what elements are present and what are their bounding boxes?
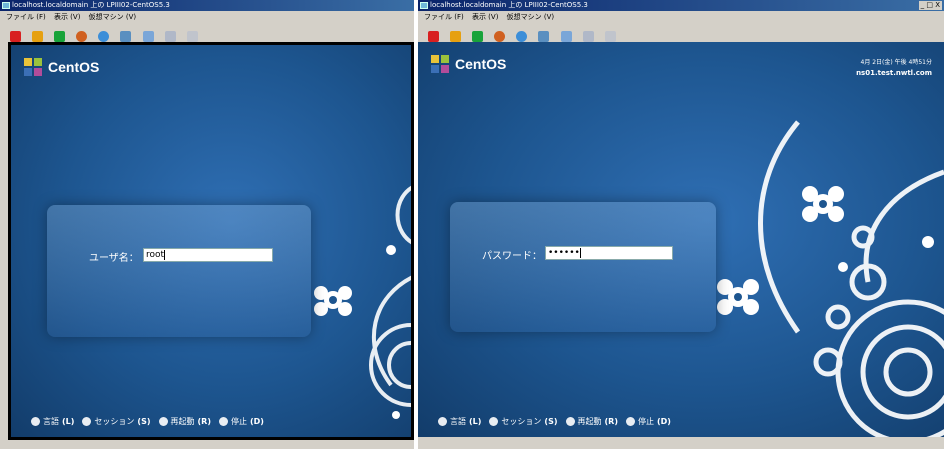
restart-label: 再起動 bbox=[577, 417, 602, 426]
toolbar bbox=[0, 23, 414, 42]
forward-icon[interactable] bbox=[582, 31, 594, 42]
snapshot-icon[interactable] bbox=[76, 31, 88, 42]
clock: 4月 2日(金) 午後 4時51分 ns01.test.nwtl.com bbox=[856, 58, 932, 78]
restart-icon bbox=[565, 417, 575, 426]
language-key: (L) bbox=[62, 417, 75, 426]
restart-key: (R) bbox=[604, 417, 618, 426]
session-button[interactable]: セッション (S) bbox=[82, 416, 151, 427]
session-label: セッション bbox=[501, 417, 542, 426]
back-icon[interactable] bbox=[604, 31, 616, 42]
centos-logo-icon bbox=[431, 55, 449, 73]
pause-icon[interactable] bbox=[32, 31, 44, 42]
password-label: パスワード： bbox=[482, 251, 542, 262]
language-key: (L) bbox=[469, 417, 482, 426]
window-title: localhost.localdomain 上の LPIII02-CentOS5… bbox=[12, 1, 170, 9]
window-titlebar[interactable]: localhost.localdomain 上の LPIII02-CentOS5… bbox=[0, 0, 414, 11]
status-bar bbox=[418, 437, 944, 449]
language-label: 言語 bbox=[43, 417, 59, 426]
clock-datetime: 4月 2日(金) 午後 4時51分 bbox=[860, 59, 933, 66]
fullscreen-icon[interactable] bbox=[120, 31, 132, 42]
session-icon bbox=[82, 417, 92, 426]
language-label: 言語 bbox=[450, 417, 466, 426]
language-icon bbox=[31, 417, 40, 426]
shutdown-key: (D) bbox=[249, 417, 264, 426]
window-title: localhost.localdomain 上の LPIII02-CentOS5… bbox=[430, 1, 588, 9]
revert-icon[interactable] bbox=[98, 31, 110, 42]
login-panel: ユーザ名： root bbox=[47, 205, 311, 337]
menu-bar: ファイル (F) 表示 (V) 仮想マシン (V) bbox=[0, 11, 414, 23]
session-label: セッション bbox=[94, 417, 135, 426]
session-icon bbox=[489, 417, 499, 426]
vm-screen[interactable]: CentOS ユーザ名： root 言語 (L) セッション (S) 再起動 (R) … bbox=[8, 42, 414, 440]
login-panel: パスワード： •••••• bbox=[450, 202, 716, 332]
fullscreen-icon[interactable] bbox=[538, 31, 550, 42]
language-icon bbox=[438, 417, 447, 426]
menu-view[interactable]: 表示 (V) bbox=[54, 13, 80, 21]
play-icon[interactable] bbox=[472, 31, 484, 42]
vm-screen[interactable]: CentOS 4月 2日(金) 午後 4時51分 ns01.test.nwtl.… bbox=[418, 42, 944, 437]
unity-icon[interactable] bbox=[142, 31, 154, 42]
hostname: ns01.test.nwtl.com bbox=[856, 69, 932, 77]
text-cursor bbox=[164, 249, 166, 260]
menu-file[interactable]: ファイル (F) bbox=[424, 13, 464, 21]
shutdown-button[interactable]: 停止 (D) bbox=[218, 416, 264, 427]
play-icon[interactable] bbox=[54, 31, 66, 42]
window-controls[interactable]: _ □ X bbox=[918, 1, 942, 10]
vm-icon bbox=[2, 2, 10, 9]
shutdown-button[interactable]: 停止 (D) bbox=[625, 416, 671, 427]
login-actions: 言語 (L) セッション (S) 再起動 (R) 停止 (D) bbox=[31, 416, 264, 427]
menu-view[interactable]: 表示 (V) bbox=[472, 13, 498, 21]
restart-button[interactable]: 再起動 (R) bbox=[565, 416, 618, 427]
toolbar bbox=[418, 23, 944, 42]
language-button[interactable]: 言語 (L) bbox=[438, 416, 481, 427]
unity-icon[interactable] bbox=[560, 31, 572, 42]
restart-label: 再起動 bbox=[170, 417, 195, 426]
shutdown-icon bbox=[625, 417, 635, 426]
password-input[interactable]: •••••• bbox=[545, 246, 673, 260]
login-actions: 言語 (L) セッション (S) 再起動 (R) 停止 (D) bbox=[438, 416, 671, 427]
logo-text: CentOS bbox=[48, 59, 100, 75]
vm-icon bbox=[420, 2, 428, 9]
text-cursor bbox=[579, 247, 581, 258]
shutdown-label: 停止 bbox=[230, 417, 247, 426]
stop-icon[interactable] bbox=[10, 31, 21, 42]
shutdown-key: (D) bbox=[656, 417, 671, 426]
back-icon[interactable] bbox=[186, 31, 198, 42]
menu-bar: ファイル (F) 表示 (V) 仮想マシン (V) bbox=[418, 11, 944, 23]
pause-icon[interactable] bbox=[450, 31, 462, 42]
session-key: (S) bbox=[137, 417, 151, 426]
restart-icon bbox=[158, 417, 168, 426]
stop-icon[interactable] bbox=[428, 31, 439, 42]
menu-vm[interactable]: 仮想マシン (V) bbox=[507, 13, 554, 21]
language-button[interactable]: 言語 (L) bbox=[31, 416, 74, 427]
left-vm-window: localhost.localdomain 上の LPIII02-CentOS5… bbox=[0, 0, 414, 449]
session-key: (S) bbox=[544, 417, 558, 426]
centos-logo-icon bbox=[24, 58, 42, 76]
centos-logo: CentOS bbox=[431, 54, 506, 74]
menu-file[interactable]: ファイル (F) bbox=[6, 13, 46, 21]
username-input[interactable]: root bbox=[143, 248, 273, 262]
restart-key: (R) bbox=[197, 417, 211, 426]
session-button[interactable]: セッション (S) bbox=[489, 416, 558, 427]
right-vm-window: localhost.localdomain 上の LPIII02-CentOS5… bbox=[418, 0, 944, 449]
centos-logo: CentOS bbox=[24, 57, 99, 77]
logo-text: CentOS bbox=[455, 56, 507, 72]
username-label: ユーザ名： bbox=[89, 253, 139, 264]
revert-icon[interactable] bbox=[516, 31, 528, 42]
shutdown-label: 停止 bbox=[637, 417, 654, 426]
snapshot-icon[interactable] bbox=[494, 31, 506, 42]
username-value: root bbox=[146, 250, 165, 260]
shutdown-icon bbox=[218, 417, 228, 426]
forward-icon[interactable] bbox=[164, 31, 176, 42]
restart-button[interactable]: 再起動 (R) bbox=[158, 416, 211, 427]
menu-vm[interactable]: 仮想マシン (V) bbox=[89, 13, 136, 21]
window-titlebar[interactable]: localhost.localdomain 上の LPIII02-CentOS5… bbox=[418, 0, 944, 11]
password-value: •••••• bbox=[548, 248, 580, 258]
